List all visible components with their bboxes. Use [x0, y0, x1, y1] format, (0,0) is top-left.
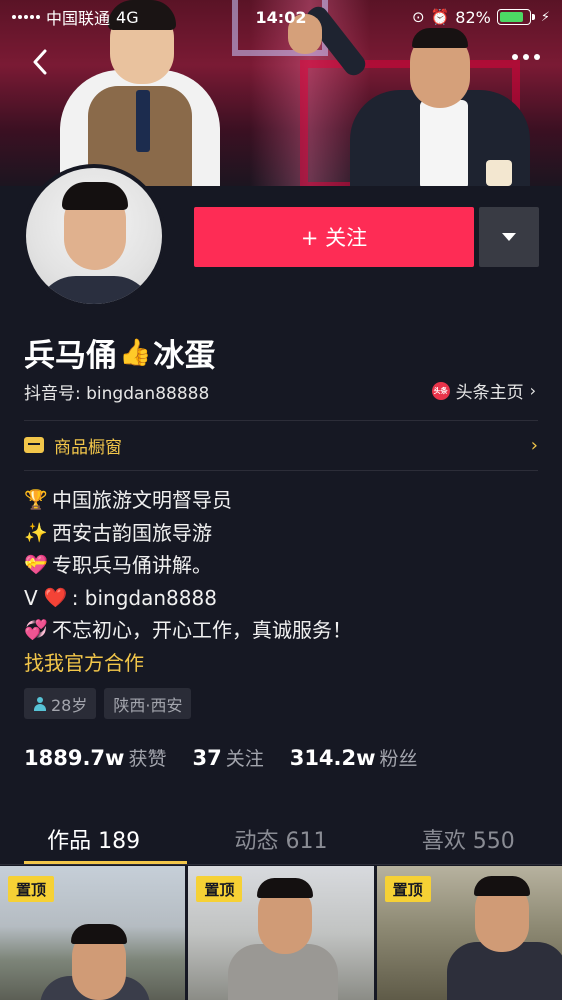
sparkles-icon: ✨: [24, 521, 48, 544]
following-label: 关注: [225, 748, 264, 770]
name-text: 兵马俑: [24, 338, 117, 374]
heart-gift-icon: 💝: [24, 554, 48, 576]
chevron-right-icon: ›: [530, 434, 538, 456]
divider: [24, 470, 538, 471]
battery-icon: [496, 9, 535, 25]
video-thumbnail[interactable]: 置顶: [188, 866, 374, 1000]
thumbs-up-icon: 👍: [119, 337, 152, 368]
tab-likes[interactable]: 喜欢 550: [375, 814, 562, 864]
battery-percent: 82%: [455, 7, 491, 27]
toutiao-homepage-link[interactable]: 头条 头条主页 ›: [431, 378, 536, 403]
status-bar: 中国联通 4G 14:02 ⊙ ⏰ 82% ⚡: [0, 0, 562, 34]
bio-prefix: V: [24, 585, 38, 610]
bio-text: 中国旅游文明督导员: [52, 488, 232, 512]
avatar[interactable]: [22, 164, 166, 308]
tab-activity[interactable]: 动态 611: [187, 814, 374, 864]
bio-text: 不忘初心，开心工作，真诚服务！: [52, 618, 352, 642]
pinned-badge: 置顶: [384, 876, 431, 902]
chevron-left-icon: [33, 49, 47, 75]
shop-label: 商品橱窗: [54, 437, 122, 458]
following-count: 37: [192, 746, 222, 770]
network-label: 4G: [116, 7, 139, 27]
product-showcase-link[interactable]: 商品橱窗 ›: [24, 431, 538, 459]
rotation-lock-icon: ⊙: [412, 8, 425, 26]
name-suffix-text: 冰蛋: [153, 338, 216, 374]
bio-line: 💝 专职兵马俑讲解。: [24, 549, 352, 582]
recommend-dropdown-button[interactable]: [479, 207, 539, 267]
location-tag: 陕西·西安: [104, 688, 192, 719]
two-hearts-icon: 💞: [24, 619, 48, 641]
profile-name: 兵马俑 👍 冰蛋: [24, 330, 215, 375]
charging-icon: ⚡: [540, 9, 550, 25]
tab-works[interactable]: 作品 189: [0, 814, 188, 864]
bio-line: ✨ 西安古韵国旅导游: [24, 517, 352, 550]
chevron-right-icon: ›: [529, 381, 536, 400]
bio: 🏆 中国旅游文明督导员 ✨ 西安古韵国旅导游 💝 专职兵马俑讲解。 V ❤️ :…: [24, 484, 352, 679]
shop-icon: [24, 437, 44, 453]
video-grid: 置顶 置顶 置顶: [0, 866, 562, 1000]
person-icon: [33, 696, 47, 711]
following-stat[interactable]: 37 关注: [192, 744, 263, 771]
bio-line: 💞 不忘初心，开心工作，真诚服务！: [24, 614, 352, 647]
pinned-badge: 置顶: [8, 876, 55, 902]
trophy-icon: 🏆: [24, 489, 48, 511]
likes-count: 1889.7w: [24, 746, 125, 770]
likes-stat[interactable]: 1889.7w 获赞: [24, 744, 166, 771]
bio-line: 🏆 中国旅游文明督导员: [24, 484, 352, 517]
followers-stat[interactable]: 314.2w 粉丝: [290, 744, 418, 771]
followers-label: 粉丝: [379, 748, 418, 770]
location-text: 陕西·西安: [113, 695, 183, 715]
back-button[interactable]: [26, 48, 54, 76]
profile-tags: 28岁 陕西·西安: [24, 688, 192, 719]
carrier-label: 中国联通: [46, 9, 111, 28]
divider: [24, 420, 538, 421]
caret-down-icon: [502, 233, 516, 241]
signal-icon: [12, 15, 40, 19]
toutiao-label: 头条主页: [455, 383, 524, 403]
toutiao-logo-icon: 头条: [431, 381, 450, 400]
follow-button[interactable]: + 关注: [194, 207, 474, 267]
bio-text: 西安古韵国旅导游: [52, 520, 212, 545]
age-tag: 28岁: [24, 688, 97, 719]
likes-label: 获赞: [128, 748, 167, 770]
tabs-divider: [0, 864, 562, 865]
profile-tabs: 作品 189 动态 611 喜欢 550: [0, 814, 562, 864]
pinned-badge: 置顶: [196, 876, 243, 902]
official-cooperation-link[interactable]: 找我官方合作: [24, 647, 352, 680]
douyin-id: 抖音号: bingdan88888: [24, 384, 210, 404]
bio-text: 专职兵马俑讲解。: [52, 553, 212, 577]
bio-line: V ❤️ : bingdan8888: [24, 582, 352, 615]
age-text: 28岁: [51, 695, 88, 715]
alarm-icon: ⏰: [430, 8, 450, 26]
red-heart-icon: ❤️: [43, 586, 68, 609]
followers-count: 314.2w: [289, 746, 376, 770]
video-thumbnail[interactable]: 置顶: [376, 866, 562, 1000]
video-thumbnail[interactable]: 置顶: [0, 866, 186, 1000]
more-options-button[interactable]: [512, 54, 540, 60]
bio-text: : bingdan8888: [71, 585, 217, 610]
profile-stats: 1889.7w 获赞 37 关注 314.2w 粉丝: [24, 744, 418, 771]
